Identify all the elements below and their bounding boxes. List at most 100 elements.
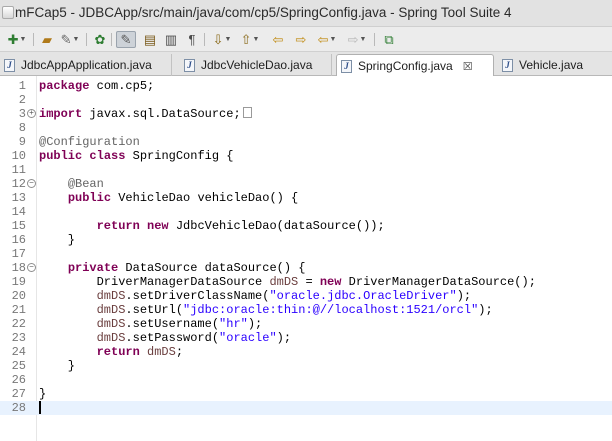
code-line[interactable]: 17	[0, 247, 612, 261]
open-type-icon[interactable]: ▰	[38, 31, 56, 48]
code-line[interactable]: 25 }	[0, 359, 612, 373]
code-text: dmDS.setUrl("jdbc:oracle:thin:@//localho…	[39, 303, 493, 317]
code-token: DataSource dataSource() {	[118, 261, 306, 275]
tab-jdbcappapplication[interactable]: J JdbcAppApplication.java	[0, 54, 172, 76]
code-token: }	[39, 233, 76, 247]
code-line[interactable]: 24 return dmDS;	[0, 345, 612, 359]
code-line[interactable]: 21 dmDS.setUrl("jdbc:oracle:thin:@//loca…	[0, 303, 612, 317]
app-icon	[2, 6, 14, 19]
next-annotation-icon[interactable]: ⇩ ▼	[210, 31, 234, 48]
line-number: 23	[11, 331, 26, 345]
edit-icon[interactable]: ✎	[116, 31, 136, 48]
code-line[interactable]: 23 dmDS.setPassword("oracle");	[0, 331, 612, 345]
code-line[interactable]: 1 package com.cp5;	[0, 79, 612, 93]
code-line[interactable]: 15 return new JdbcVehicleDao(dataSource(…	[0, 219, 612, 233]
code-token: JdbcVehicleDao(dataSource());	[168, 219, 385, 233]
code-token: "jdbc:oracle:thin:@//localhost:1521/orcl…	[183, 303, 479, 317]
line-number: 2	[18, 93, 26, 107]
line-number: 21	[11, 303, 26, 317]
code-line[interactable]: 27}	[0, 387, 612, 401]
code-token: public	[39, 149, 83, 163]
line-number: 11	[11, 163, 26, 177]
code-line[interactable]: 16 }	[0, 233, 612, 247]
code-line[interactable]: 3 + import javax.sql.DataSource;	[0, 107, 612, 121]
code-token: );	[456, 289, 472, 303]
line-number: 25	[11, 359, 26, 373]
open-perspective-icon[interactable]: ⧉	[380, 31, 398, 48]
code-text: import javax.sql.DataSource;	[39, 107, 252, 121]
code-line[interactable]: 10 public class SpringConfig {	[0, 149, 612, 163]
show-whitespace-icon[interactable]: ¶	[184, 31, 200, 48]
code-line[interactable]: 22 dmDS.setUsername("hr");	[0, 317, 612, 331]
code-token: new	[319, 275, 342, 289]
code-line[interactable]: 8	[0, 121, 612, 135]
code-line[interactable]: 19 DriverManagerDataSource dmDS = new Dr…	[0, 275, 612, 289]
code-line[interactable]: 20 dmDS.setDriverClassName("oracle.jdbc.…	[0, 289, 612, 303]
toolbar-separator	[204, 33, 205, 46]
code-line[interactable]: 28	[0, 401, 612, 415]
code-text: return new JdbcVehicleDao(dataSource());	[39, 219, 385, 233]
back-icon[interactable]: ⇦ ▼	[314, 31, 340, 48]
code-token: "hr"	[219, 317, 248, 331]
collapse-fold-icon[interactable]: −	[27, 263, 36, 272]
highlight-icon[interactable]: ▤	[141, 31, 159, 48]
close-tab-icon[interactable]: ☒	[463, 60, 473, 73]
code-text	[39, 401, 41, 416]
code-token: );	[247, 317, 263, 331]
line-number: 26	[11, 373, 26, 387]
collapse-fold-icon[interactable]: −	[27, 179, 36, 188]
code-line[interactable]: 13 public VehicleDao vehicleDao() {	[0, 191, 612, 205]
code-token: new	[147, 219, 169, 233]
last-edit-icon[interactable]: ⇦	[268, 31, 288, 48]
code-line[interactable]: 2	[0, 93, 612, 107]
new-wizard-icon[interactable]: ✚ ▼	[5, 31, 29, 48]
prev-annotation-icon[interactable]: ⇧ ▼	[238, 31, 262, 48]
code-text: return dmDS;	[39, 345, 183, 359]
tab-label: JdbcVehicleDao.java	[201, 58, 313, 72]
line-number: 3	[18, 107, 26, 121]
code-token: DriverManagerDataSource();	[341, 275, 536, 289]
code-line[interactable]: 26	[0, 373, 612, 387]
code-text: public VehicleDao vehicleDao() {	[39, 191, 298, 205]
code-token: .setUrl(	[125, 303, 184, 317]
folded-imports-box[interactable]	[242, 107, 252, 118]
code-line[interactable]: 12− @Bean	[0, 177, 612, 191]
build-icon[interactable]: ✎ ▼	[58, 31, 82, 48]
code-line[interactable]: 11	[0, 163, 612, 177]
code-editor[interactable]: 1 package com.cp5; 2 3 + import javax.sql.Dat…	[0, 76, 612, 441]
expand-fold-icon[interactable]: +	[27, 109, 36, 118]
code-token: return	[96, 345, 140, 359]
code-text: package com.cp5;	[39, 79, 154, 93]
line-number: 1	[18, 79, 26, 93]
forward-icon[interactable]: ⇨ ▼	[344, 31, 370, 48]
line-number: 12	[11, 177, 26, 191]
code-text: @Configuration	[39, 135, 140, 149]
tab-jdbcvehicledao[interactable]: J JdbcVehicleDao.java	[180, 54, 332, 76]
code-text: dmDS.setPassword("oracle");	[39, 331, 291, 345]
code-token: dmDS	[96, 317, 126, 331]
code-text: DriverManagerDataSource dmDS = new Drive…	[39, 275, 536, 289]
line-number: 18	[11, 261, 26, 275]
line-number: 20	[11, 289, 26, 303]
code-token: SpringConfig {	[125, 149, 234, 163]
code-line[interactable]: 18− private DataSource dataSource() {	[0, 261, 612, 275]
code-line[interactable]: 9 @Configuration	[0, 135, 612, 149]
tab-springconfig[interactable]: J SpringConfig.java ☒	[336, 54, 494, 77]
debug-icon[interactable]: ✿	[92, 31, 108, 48]
code-token: return	[96, 219, 140, 233]
open-declaration-icon[interactable]: ▥	[162, 31, 180, 48]
tab-vehicle[interactable]: J Vehicle.java	[498, 54, 612, 76]
next-edit-icon[interactable]: ⇨	[291, 31, 311, 48]
window-title: mFCap5 - JDBCApp/src/main/java/com/cp5/S…	[15, 5, 512, 20]
main-toolbar: ✚ ▼ ▰ ✎ ▼ ✿ ✎ ▤ ▥ ¶ ⇩ ▼ ⇧ ▼ ⇦ ⇨ ⇦ ▼ ⇨ ▼ ⧉	[0, 27, 612, 52]
code-line[interactable]: 14	[0, 205, 612, 219]
code-token: @Bean	[67, 177, 104, 191]
code-token: private	[67, 261, 119, 275]
